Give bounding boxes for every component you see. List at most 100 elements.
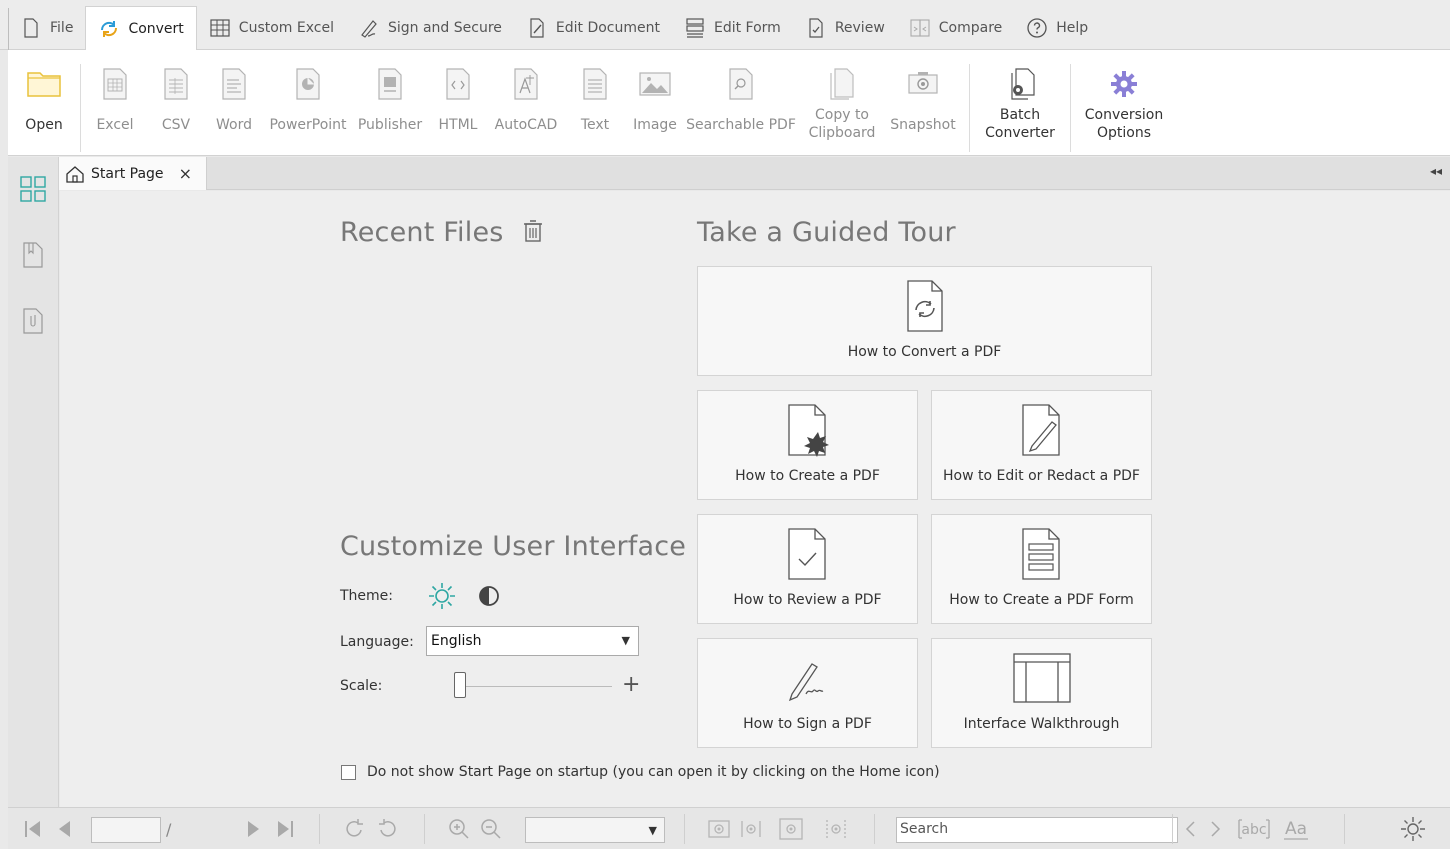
word-button[interactable]: Word xyxy=(203,50,265,150)
clipboard-copy-icon xyxy=(822,64,862,104)
chevron-down-icon: ▼ xyxy=(648,824,657,837)
tab-edit-document[interactable]: Edit Document xyxy=(514,6,672,49)
csv-button[interactable]: CSV xyxy=(149,50,203,150)
tab-compare[interactable]: Compare xyxy=(897,6,1015,49)
open-button[interactable]: Open xyxy=(8,50,80,150)
tab-review[interactable]: Review xyxy=(793,6,897,49)
last-page-icon[interactable] xyxy=(272,816,298,842)
page-number-input[interactable] xyxy=(91,817,161,843)
hide-start-page-checkbox[interactable] xyxy=(341,765,356,780)
batch-gear-icon xyxy=(1000,64,1040,104)
language-label: Language: xyxy=(340,634,414,650)
redo-icon[interactable] xyxy=(342,816,368,842)
status-separator xyxy=(874,814,875,844)
tab-help[interactable]: Help xyxy=(1014,6,1100,49)
tour-sign-pdf-tile[interactable]: How to Sign a PDF xyxy=(697,638,918,748)
tab-start-page[interactable]: Start Page × xyxy=(59,157,207,190)
tour-create-pdf-tile[interactable]: How to Create a PDF xyxy=(697,390,918,500)
copy-to-clipboard-button[interactable]: Copy to Clipboard xyxy=(797,50,887,150)
powerpoint-button[interactable]: PowerPoint xyxy=(265,50,351,150)
tour-edit-redact-tile[interactable]: How to Edit or Redact a PDF xyxy=(931,390,1152,500)
tab-label: Convert xyxy=(128,20,184,37)
close-tab-icon[interactable]: × xyxy=(179,164,192,183)
excel-button[interactable]: Excel xyxy=(81,50,149,150)
guided-tour-title: Take a Guided Tour xyxy=(697,217,956,248)
first-page-icon[interactable] xyxy=(20,816,46,842)
search-next-icon[interactable] xyxy=(1202,816,1228,842)
match-case-icon[interactable]: Aa xyxy=(1280,816,1312,842)
page-separator: / xyxy=(166,820,172,839)
form-icon xyxy=(684,17,706,39)
csv-icon xyxy=(156,64,196,104)
tab-label: Review xyxy=(834,19,885,36)
tab-edit-form[interactable]: Edit Form xyxy=(672,6,793,49)
text-button[interactable]: Text xyxy=(565,50,625,150)
trash-icon[interactable] xyxy=(522,219,544,243)
search-previous-icon[interactable] xyxy=(1178,816,1204,842)
thumbnails-icon[interactable] xyxy=(17,173,49,205)
zoom-level-select[interactable]: ▼ xyxy=(525,817,665,843)
powerpoint-icon xyxy=(288,64,328,104)
undo-icon[interactable] xyxy=(374,816,400,842)
scale-increase-button[interactable]: + xyxy=(622,672,640,697)
document-tab-strip: Start Page × ◂◂ xyxy=(59,157,1450,190)
publisher-button[interactable]: Publisher xyxy=(351,50,429,150)
status-separator xyxy=(1172,814,1173,844)
tour-interface-walkthrough-tile[interactable]: Interface Walkthrough xyxy=(931,638,1152,748)
scale-slider-handle[interactable] xyxy=(454,672,466,698)
tab-label: Start Page xyxy=(91,165,164,182)
menu-tab-bar: File Convert Custom Excel Sign and Secur… xyxy=(0,0,1450,50)
autocad-icon xyxy=(506,64,546,104)
tab-file[interactable]: File xyxy=(8,6,85,49)
tab-sign-and-secure[interactable]: Sign and Secure xyxy=(346,6,514,49)
tour-create-form-tile[interactable]: How to Create a PDF Form xyxy=(931,514,1152,624)
searchable-pdf-icon xyxy=(721,64,761,104)
language-select[interactable]: English ▼ xyxy=(426,626,639,656)
light-theme-icon[interactable] xyxy=(428,582,456,610)
left-panel-rail xyxy=(8,157,59,807)
next-page-icon[interactable] xyxy=(240,816,266,842)
batch-converter-button[interactable]: Batch Converter xyxy=(970,50,1070,150)
view-facing-icon[interactable] xyxy=(778,816,804,842)
tab-label: Sign and Secure xyxy=(387,19,502,36)
brightness-icon[interactable] xyxy=(1400,816,1426,842)
previous-page-icon[interactable] xyxy=(52,816,78,842)
tour-convert-pdf-tile[interactable]: How to Convert a PDF xyxy=(697,266,1152,376)
zoom-in-icon[interactable] xyxy=(446,816,472,842)
view-single-page-icon[interactable] xyxy=(706,816,732,842)
zoom-out-icon[interactable] xyxy=(478,816,504,842)
html-button[interactable]: HTML xyxy=(429,50,487,150)
edit-document-icon xyxy=(526,17,548,39)
attachments-icon[interactable] xyxy=(17,305,49,337)
tab-label: Edit Form xyxy=(713,19,781,36)
bookmarks-icon[interactable] xyxy=(17,239,49,271)
compare-icon xyxy=(909,17,931,39)
window-layout-icon xyxy=(1012,649,1072,707)
tour-review-pdf-tile[interactable]: How to Review a PDF xyxy=(697,514,918,624)
excel-icon xyxy=(95,64,135,104)
whole-word-icon[interactable]: abc xyxy=(1236,816,1272,842)
dark-theme-icon[interactable] xyxy=(478,585,500,607)
chevron-down-icon: ▼ xyxy=(621,634,630,647)
conversion-options-button[interactable]: Conversion Options xyxy=(1071,50,1177,150)
status-separator xyxy=(319,814,320,844)
tab-convert[interactable]: Convert xyxy=(85,6,197,50)
tab-custom-excel[interactable]: Custom Excel xyxy=(197,6,346,49)
signature-icon xyxy=(782,649,834,707)
help-icon xyxy=(1026,17,1048,39)
tab-label: Edit Document xyxy=(555,19,660,36)
svg-text:Aa: Aa xyxy=(1285,819,1307,839)
searchable-pdf-button[interactable]: Searchable PDF xyxy=(685,50,797,150)
view-split-icon[interactable] xyxy=(823,816,849,842)
customize-ui-title: Customize User Interface xyxy=(340,531,687,562)
snapshot-button[interactable]: Snapshot xyxy=(887,50,959,150)
view-continuous-icon[interactable] xyxy=(738,816,764,842)
publisher-icon xyxy=(370,64,410,104)
collapse-panel-button[interactable]: ◂◂ xyxy=(1430,164,1442,178)
signature-pen-icon xyxy=(358,17,380,39)
status-bar: / ▼ Search abc Aa xyxy=(8,807,1450,849)
search-input[interactable]: Search xyxy=(896,817,1178,843)
scale-slider-track[interactable] xyxy=(460,686,612,687)
autocad-button[interactable]: AutoCAD xyxy=(487,50,565,150)
image-button[interactable]: Image xyxy=(625,50,685,150)
